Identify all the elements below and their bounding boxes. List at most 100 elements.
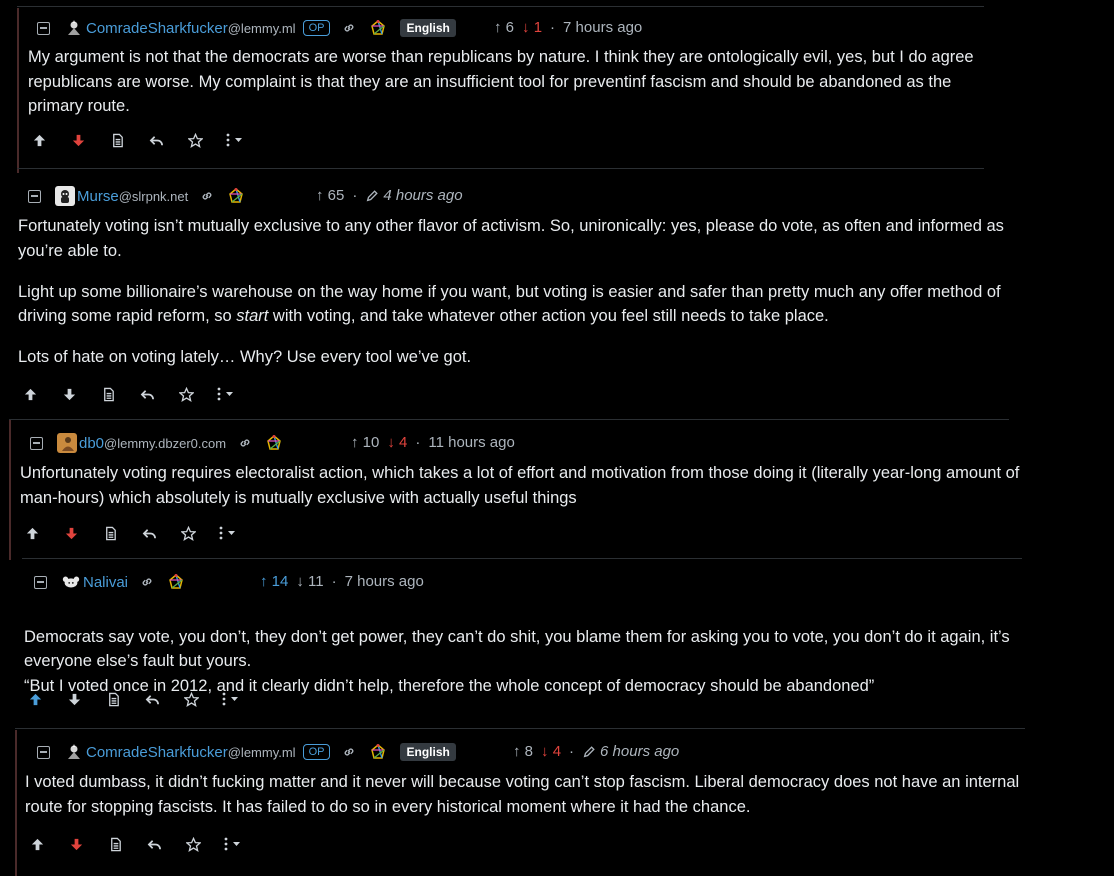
reply-button[interactable] — [141, 129, 171, 151]
reply-button[interactable] — [139, 833, 169, 855]
upvote-count: 6 — [505, 19, 515, 36]
upvote-count-icon: ↑ — [316, 187, 328, 204]
comment-actions — [24, 129, 245, 151]
comment-body: Fortunately voting isn’t mutually exclus… — [18, 214, 1008, 370]
separator: · — [550, 19, 556, 36]
upvote-count-icon: ↑ — [494, 19, 506, 36]
downvote-count: 11 — [308, 573, 324, 590]
vote-score: ↑ 6 ↓ 1 · 7 hours ago — [494, 19, 642, 36]
downvote-button[interactable] — [61, 833, 91, 855]
username-link[interactable]: db0 — [79, 435, 104, 452]
collapse-icon[interactable] — [28, 189, 41, 203]
downvote-button[interactable] — [56, 522, 86, 544]
upvote-count: 10 — [362, 434, 380, 451]
separator: · — [569, 743, 575, 760]
comment-actions — [20, 688, 241, 710]
comment-actions — [17, 522, 238, 544]
username-link[interactable]: Nalivai — [83, 574, 128, 591]
comment-header: ComradeSharkfucker @lemmy.ml OP English — [37, 742, 456, 762]
save-button[interactable] — [171, 383, 201, 405]
fediverse-icon[interactable] — [370, 20, 386, 36]
downvote-count-icon: ↓ — [522, 19, 534, 36]
vote-score: ↑ 14 ↓ 11 · 7 hours ago — [260, 573, 424, 590]
more-button[interactable] — [221, 692, 241, 706]
username-link[interactable]: ComradeSharkfucker — [86, 20, 228, 37]
view-source-button[interactable] — [100, 833, 130, 855]
more-button[interactable] — [218, 526, 238, 540]
save-button[interactable] — [178, 833, 208, 855]
reply-button[interactable] — [132, 383, 162, 405]
user-avatar — [61, 572, 81, 592]
upvote-count: 65 — [327, 187, 345, 204]
downvote-count-icon: ↓ — [296, 573, 309, 590]
username-link[interactable]: Murse — [77, 188, 119, 205]
separator: · — [352, 187, 358, 204]
comment-header: Nalivai — [34, 572, 184, 592]
user-avatar — [64, 742, 84, 762]
link-icon[interactable] — [200, 189, 214, 203]
upvote-button[interactable] — [15, 383, 45, 405]
collapse-icon[interactable] — [30, 436, 43, 450]
vote-score: ↑ 65 · 4 hours ago — [316, 187, 463, 204]
view-source-button[interactable] — [102, 129, 132, 151]
comment-time: 6 hours ago — [600, 743, 680, 760]
comment-paragraph: Light up some billionaire’s warehouse on… — [18, 282, 1001, 326]
fediverse-icon[interactable] — [228, 188, 244, 204]
upvote-count-icon: ↑ — [513, 743, 525, 760]
downvote-count: 4 — [552, 743, 562, 760]
collapse-icon[interactable] — [34, 575, 47, 589]
link-icon[interactable] — [140, 575, 154, 589]
downvote-button[interactable] — [59, 688, 89, 710]
comment-paragraph: Fortunately voting isn’t mutually exclus… — [18, 217, 1004, 260]
user-instance[interactable]: @lemmy.ml — [228, 745, 296, 760]
language-badge: English — [400, 19, 456, 37]
comment-body: I voted dumbass, it didn’t fucking matte… — [25, 770, 1025, 819]
view-source-button[interactable] — [95, 522, 125, 544]
comment-paragraph: Democrats say vote, you don’t, they don’… — [24, 627, 1010, 695]
reply-button[interactable] — [137, 688, 167, 710]
reply-button[interactable] — [134, 522, 164, 544]
upvote-count: 14 — [271, 573, 289, 590]
link-icon[interactable] — [342, 21, 356, 35]
more-button[interactable] — [216, 387, 236, 401]
upvote-count-icon: ↑ — [351, 434, 363, 451]
username-link[interactable]: ComradeSharkfucker — [86, 744, 228, 761]
op-badge: OP — [302, 744, 331, 760]
upvote-button[interactable] — [20, 688, 50, 710]
user-instance[interactable]: @slrpnk.net — [119, 189, 189, 204]
more-button[interactable] — [225, 133, 245, 147]
upvote-button[interactable] — [22, 833, 52, 855]
downvote-count-icon: ↓ — [387, 434, 400, 451]
comment-time: 11 hours ago — [428, 434, 515, 451]
downvote-count: 1 — [533, 19, 543, 36]
collapse-icon[interactable] — [37, 21, 50, 35]
comment-header: db0 @lemmy.dbzer0.com — [30, 433, 282, 453]
comment-body: Unfortunately voting requires electorali… — [20, 461, 1020, 510]
downvote-count: 4 — [399, 434, 408, 451]
save-button[interactable] — [173, 522, 203, 544]
more-button[interactable] — [223, 837, 243, 851]
comment-header: Murse @slrpnk.net — [28, 186, 244, 206]
save-button[interactable] — [176, 688, 206, 710]
comment-actions — [22, 833, 243, 855]
upvote-button[interactable] — [17, 522, 47, 544]
comment-time: 4 hours ago — [383, 187, 463, 204]
fediverse-icon[interactable] — [266, 435, 282, 451]
save-button[interactable] — [180, 129, 210, 151]
upvote-button[interactable] — [24, 129, 54, 151]
comment-paragraph: My argument is not that the democrats ar… — [28, 48, 974, 115]
view-source-button[interactable] — [98, 688, 128, 710]
link-icon[interactable] — [238, 436, 252, 450]
downvote-button[interactable] — [63, 129, 93, 151]
comment-paragraph: Unfortunately voting requires electorali… — [20, 464, 1020, 507]
link-icon[interactable] — [342, 745, 356, 759]
collapse-icon[interactable] — [37, 745, 50, 759]
fediverse-icon[interactable] — [168, 574, 184, 590]
fediverse-icon[interactable] — [370, 744, 386, 760]
comment-body: My argument is not that the democrats ar… — [28, 45, 988, 119]
comment-actions — [15, 383, 236, 405]
user-instance[interactable]: @lemmy.ml — [228, 21, 296, 36]
user-instance[interactable]: @lemmy.dbzer0.com — [104, 436, 226, 451]
downvote-button[interactable] — [54, 383, 84, 405]
view-source-button[interactable] — [93, 383, 123, 405]
